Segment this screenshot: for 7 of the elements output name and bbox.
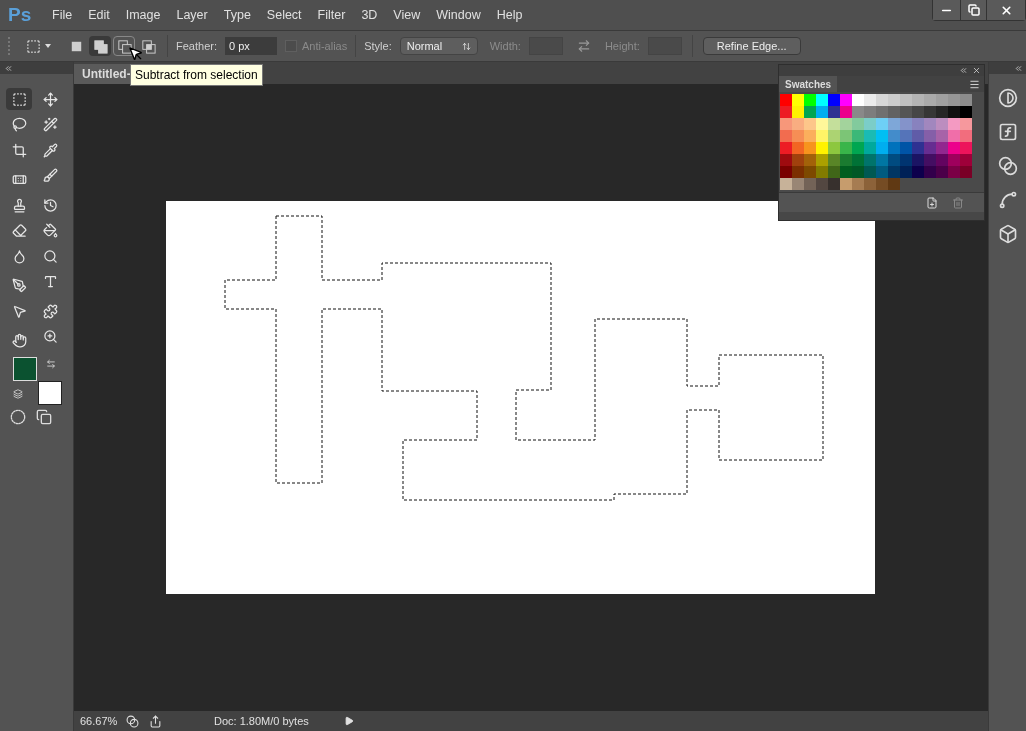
- document-info: Doc: 1.80M/0 bytes: [214, 713, 310, 729]
- width-label: Width:: [489, 38, 521, 54]
- app-logo: Ps: [7, 2, 33, 27]
- tooltip: Subtract from selection: [130, 64, 263, 86]
- style-label: Style:: [364, 38, 392, 54]
- height-label: Height:: [604, 38, 640, 54]
- feather-label: Feather:: [176, 38, 217, 54]
